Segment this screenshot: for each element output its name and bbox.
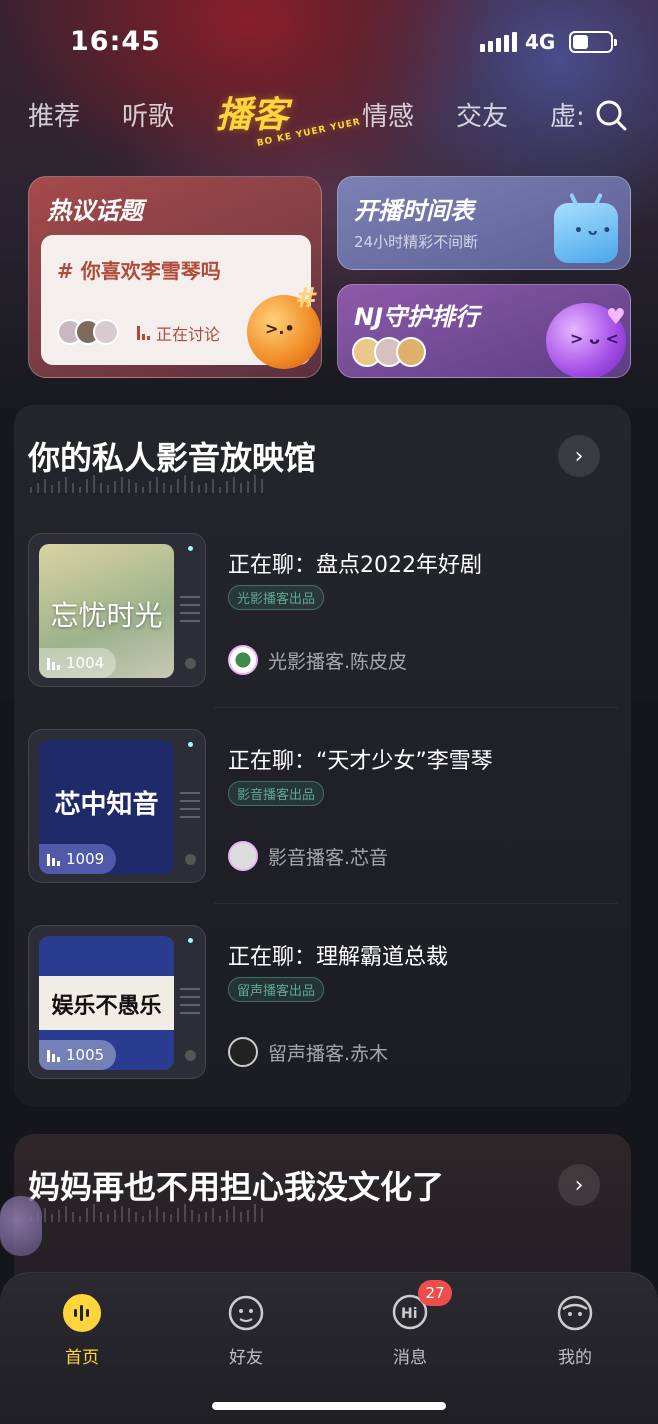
podcast-device-frame: 芯中知音 1009 [28,729,206,883]
audio-bars-icon [47,1048,60,1062]
tv-mascot-icon: • ᴗ • [554,203,618,263]
home-wave-icon [63,1294,101,1332]
podcast-topic: 正在聊：“天才少女”李雪琴 [228,749,493,774]
host-info[interactable]: 影音播客.芯音 [228,841,388,871]
podcast-item[interactable]: 忘忧时光 1004 正在聊：盘点2022年好剧 光影播客出品 光影播客.陈皮皮 [28,533,618,693]
divider [214,707,618,708]
host-info[interactable]: 留声播客.赤木 [228,1037,388,1067]
svg-text:Hi: Hi [401,1306,418,1322]
podcast-topic: 正在聊：理解霸道总裁 [228,945,449,970]
tab-friends[interactable]: 交友 [456,96,508,133]
status-time: 16:45 [70,26,161,57]
host-name: 留声播客.赤木 [268,1042,389,1065]
decorative-wave [30,1202,263,1222]
tab-music[interactable]: 听歌 [122,96,174,133]
podcast-item[interactable]: 芯中知音 1009 正在聊：“天才少女”李雪琴 影音播客出品 影音播客.芯音 [28,729,618,889]
host-info[interactable]: 光影播客.陈皮皮 [228,645,407,675]
tab-podcast[interactable]: 播客 BO KE YUER YUER [216,86,362,149]
status-indicators: 4G [480,30,618,54]
chevron-right-icon[interactable]: › [558,435,600,477]
producer-tag: 光影播客出品 [228,585,325,610]
host-name: 影音播客.芯音 [268,846,389,869]
avatar [396,337,426,367]
signal-icon [480,32,517,52]
schedule-subtitle: 24小时精彩不间断 [354,233,479,251]
host-avatar [228,645,258,675]
search-icon[interactable] [594,98,628,132]
podcast-cover: 芯中知音 1009 [39,740,174,874]
message-count-badge: 27 [418,1280,452,1306]
producer-tag: 留声播客出品 [228,977,325,1002]
producer-tag: 影音播客出品 [228,781,325,806]
listener-count: 1004 [39,648,117,678]
avatar [93,319,119,345]
ranking-card[interactable]: NJ守护排行 > ᴗ < ♥ [337,284,631,378]
nav-home[interactable]: 首页 [32,1293,132,1368]
nav-friends[interactable]: 好友 [196,1293,296,1368]
heart-icon: ♥ [606,305,626,330]
hot-topic-text: # 你喜欢李雪琴吗 [57,259,221,283]
battery-icon [569,31,618,53]
schedule-title: 开播时间表 [354,197,474,225]
network-label: 4G [525,30,556,54]
tab-emotion[interactable]: 情感 [362,96,414,133]
nav-me[interactable]: 我的 [525,1293,625,1368]
decorative-wave [30,473,263,493]
podcast-device-frame: 忘忧时光 1004 [28,533,206,687]
top-tabs: 推荐 听歌 播客 BO KE YUER YUER 情感 交友 虚: [0,80,658,149]
nav-me-label: 我的 [558,1348,592,1368]
listener-count-value: 1004 [66,654,105,672]
tab-virtual[interactable]: 虚: [550,96,585,133]
listener-count-value: 1009 [66,850,105,868]
host-avatar [228,841,258,871]
home-indicator [212,1402,446,1410]
podcast-device-frame: 娱乐不愚乐 1005 [28,925,206,1079]
podcast-cover: 娱乐不愚乐 1005 [39,936,174,1070]
chevron-right-icon[interactable]: › [558,1164,600,1206]
host-avatar [228,1037,258,1067]
host-name: 光影播客.陈皮皮 [268,650,408,673]
audio-bars-icon [47,852,60,866]
nav-home-label: 首页 [65,1348,99,1368]
tab-podcast-label: 播客 [216,95,289,136]
discussing-label: 正在讨论 [156,325,221,344]
discussant-avatars [57,319,119,345]
cover-text: 忘忧时光 [50,599,163,632]
podcast-topic: 正在聊：盘点2022年好剧 [228,553,482,578]
planet-mascot-icon: >.• # [247,281,321,369]
profile-icon [557,1295,593,1331]
audio-bars-icon [47,656,60,670]
hot-topic-card[interactable]: 热议话题 # 你喜欢李雪琴吗 正在讨论 >.• # [28,176,322,378]
podcast-item[interactable]: 娱乐不愚乐 1005 正在聊：理解霸道总裁 留声播客出品 留声播客.赤木 [28,925,618,1085]
listener-count: 1009 [39,844,117,874]
friends-icon [228,1295,264,1331]
ranking-title: NJ守护排行 [354,303,480,331]
listener-count-value: 1005 [66,1046,105,1064]
podcast-cover: 忘忧时光 1004 [39,544,174,678]
cinema-section: 你的私人影音放映馆 › 忘忧时光 1004 正在聊：盘点2022年好剧 光影播客… [14,405,631,1107]
ranking-avatars [352,337,426,367]
floating-mascot-icon[interactable] [0,1196,42,1256]
audio-bars-icon [137,326,150,340]
nav-friends-label: 好友 [229,1348,263,1368]
cover-text: 芯中知音 [54,790,159,820]
divider [214,903,618,904]
tab-recommend[interactable]: 推荐 [28,96,80,133]
hot-topic-title: 热议话题 [47,197,143,225]
discussing-status: 正在讨论 [137,321,220,345]
schedule-card[interactable]: 开播时间表 24小时精彩不间断 • ᴗ • [337,176,631,270]
cover-text: 娱乐不愚乐 [51,994,162,1019]
listener-count: 1005 [39,1040,117,1070]
nav-messages-label: 消息 [393,1348,427,1368]
